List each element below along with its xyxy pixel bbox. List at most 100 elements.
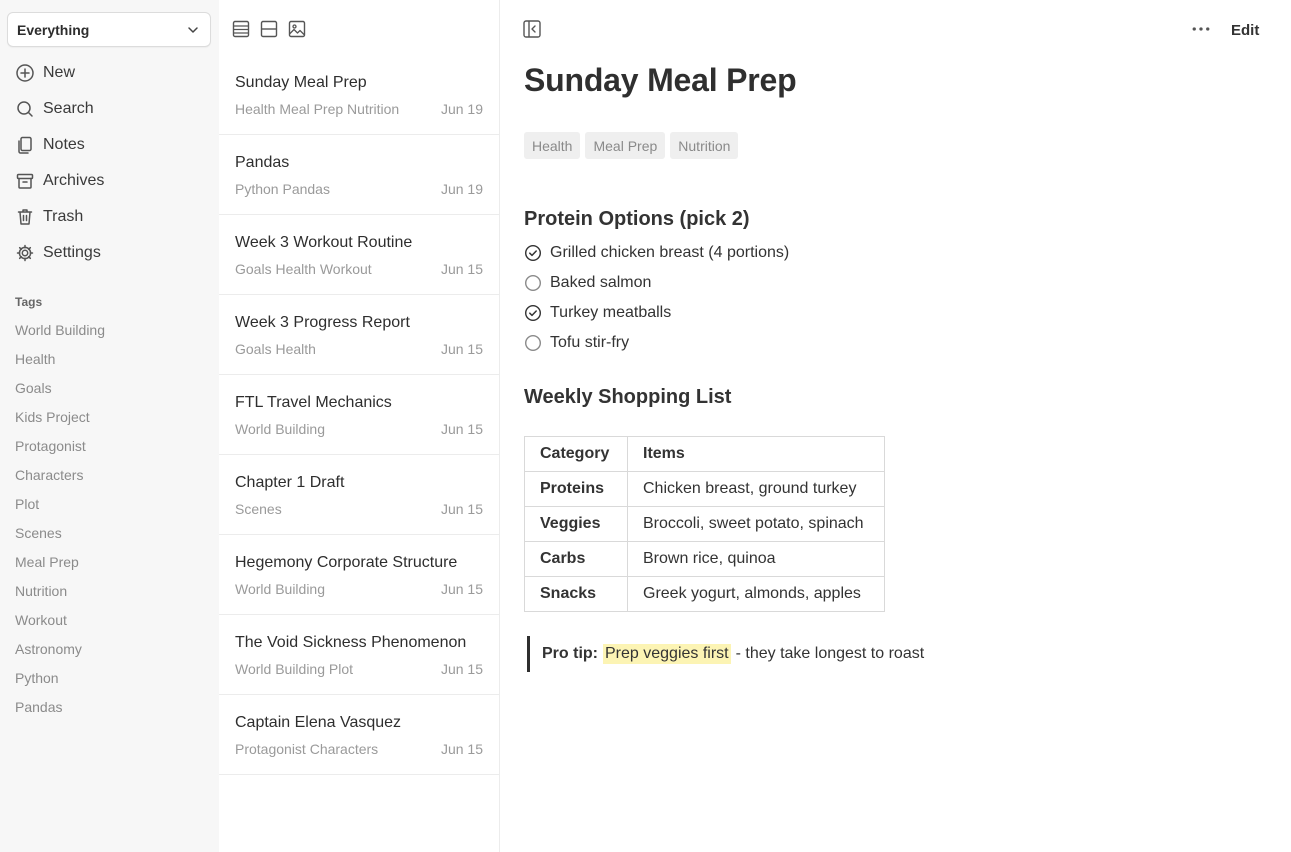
checklist-item-text: Tofu stir-fry — [550, 334, 630, 351]
note-tags: Goals Health — [235, 341, 316, 357]
tag-workout[interactable]: Workout — [15, 605, 105, 634]
tag-python[interactable]: Python — [15, 663, 105, 692]
unchecked-circle-icon — [524, 274, 542, 292]
protein-options-heading: Protein Options (pick 2) — [524, 208, 750, 230]
sidebar-item-archives[interactable]: Archives — [0, 163, 219, 199]
tag-chip-meal-prep[interactable]: Meal Prep — [585, 132, 666, 159]
note-tags: World Building Plot — [235, 661, 354, 677]
trash-icon — [17, 209, 33, 225]
table-cell: Carbs — [524, 541, 628, 577]
scope-dropdown-label: Everything — [17, 21, 90, 38]
tag-characters[interactable]: Characters — [15, 460, 105, 489]
sidebar-item-settings[interactable]: Settings — [0, 235, 219, 271]
note-list-item[interactable]: Hegemony Corporate Structure World Build… — [219, 535, 500, 615]
tag-kids-project[interactable]: Kids Project — [15, 402, 105, 431]
note-title: Hegemony Corporate Structure — [235, 554, 458, 571]
note-tag-chips: Health Meal Prep Nutrition — [524, 132, 739, 159]
note-title-heading: Sunday Meal Prep — [524, 62, 797, 98]
shopping-list-heading: Weekly Shopping List — [524, 386, 732, 408]
note-date: Jun 15 — [440, 741, 483, 757]
table-header-cell: Category — [524, 436, 628, 472]
sidebar-item-notes[interactable]: Notes — [0, 127, 219, 163]
tag-pandas[interactable]: Pandas — [15, 692, 105, 721]
note-title: Captain Elena Vasquez — [235, 714, 402, 731]
sidebar-item-label: Notes — [43, 136, 85, 153]
more-options-button[interactable] — [1189, 19, 1213, 39]
checklist-item[interactable]: Turkey meatballs — [524, 298, 789, 328]
note-date: Jun 19 — [440, 101, 483, 117]
notes-icon — [18, 136, 32, 154]
highlighted-text: Prep veggies first — [603, 644, 731, 664]
note-editor: Edit Sunday Meal Prep Health Meal Prep N… — [500, 0, 1291, 852]
sidebar-toggle-button[interactable] — [522, 19, 542, 39]
note-list-item[interactable]: Pandas Python Pandas Jun 19 — [219, 135, 500, 215]
more-horizontal-icon — [1192, 27, 1210, 31]
checked-circle-icon — [524, 244, 542, 262]
sidebar-item-label: Settings — [43, 244, 101, 261]
scope-dropdown[interactable]: Everything — [7, 12, 211, 47]
note-title: Week 3 Workout Routine — [235, 234, 413, 251]
edit-button[interactable]: Edit — [1231, 19, 1259, 41]
table-cell: Broccoli, sweet potato, spinach — [627, 506, 885, 542]
note-list-item[interactable]: FTL Travel Mechanics World Building Jun … — [219, 375, 500, 455]
note-title: Pandas — [235, 154, 290, 171]
note-tags: Scenes — [235, 501, 282, 517]
table-header-cell: Items — [627, 436, 885, 472]
checklist-item[interactable]: Baked salmon — [524, 268, 789, 298]
tag-plot[interactable]: Plot — [15, 489, 105, 518]
table-header-row: Category Items — [524, 436, 885, 472]
sidebar-item-search[interactable]: Search — [0, 91, 219, 127]
gear-icon — [16, 244, 34, 262]
tag-protagonist[interactable]: Protagonist — [15, 431, 105, 460]
table-cell: Brown rice, quinoa — [627, 541, 885, 577]
checklist-item[interactable]: Tofu stir-fry — [524, 328, 789, 358]
note-tags: Python Pandas — [235, 181, 330, 197]
tags-heading: Tags — [15, 295, 43, 309]
note-tags: Goals Health Workout — [235, 261, 372, 277]
note-list: Sunday Meal Prep Health Meal Prep Nutrit… — [219, 55, 500, 775]
archive-icon — [16, 173, 34, 189]
view-toggles — [231, 18, 307, 40]
image-icon — [288, 20, 306, 38]
checklist-item[interactable]: Grilled chicken breast (4 portions) — [524, 238, 789, 268]
sidebar-item-label: New — [43, 64, 76, 81]
note-date: Jun 15 — [440, 421, 483, 437]
note-title: The Void Sickness Phenomenon — [235, 634, 467, 651]
tag-world-building[interactable]: World Building — [15, 315, 105, 344]
note-date: Jun 15 — [440, 501, 483, 517]
sidebar-item-label: Trash — [43, 208, 84, 225]
note-list-item[interactable]: The Void Sickness Phenomenon World Build… — [219, 615, 500, 695]
sidebar-item-new[interactable]: New — [0, 55, 219, 91]
tag-chip-health[interactable]: Health — [524, 132, 581, 159]
chevron-down-icon — [188, 26, 198, 33]
table-row: Proteins Chicken breast, ground turkey — [524, 471, 885, 507]
note-title: Sunday Meal Prep — [235, 74, 367, 91]
tag-meal-prep[interactable]: Meal Prep — [15, 547, 105, 576]
tag-health[interactable]: Health — [15, 344, 105, 373]
tag-nutrition[interactable]: Nutrition — [15, 576, 105, 605]
table-row: Snacks Greek yogurt, almonds, apples — [524, 576, 885, 612]
sidebar: Everything New Search Notes Archives Tra… — [0, 0, 219, 852]
sidebar-item-trash[interactable]: Trash — [0, 199, 219, 235]
pro-tip-blockquote: Pro tip: Prep veggies first - they take … — [527, 636, 924, 672]
note-tags: Health Meal Prep Nutrition — [235, 101, 400, 117]
gallery-view-button[interactable] — [287, 18, 307, 40]
checklist-item-text: Baked salmon — [550, 274, 652, 291]
tag-scenes[interactable]: Scenes — [15, 518, 105, 547]
note-date: Jun 15 — [440, 661, 483, 677]
note-list-item[interactable]: Week 3 Progress Report Goals Health Jun … — [219, 295, 500, 375]
search-icon — [17, 101, 33, 117]
note-list-item[interactable]: Chapter 1 Draft Scenes Jun 15 — [219, 455, 500, 535]
list-view-button[interactable] — [231, 18, 251, 40]
note-list-item[interactable]: Week 3 Workout Routine Goals Health Work… — [219, 215, 500, 295]
note-list-item[interactable]: Captain Elena Vasquez Protagonist Charac… — [219, 695, 500, 775]
card-view-button[interactable] — [259, 18, 279, 40]
tag-goals[interactable]: Goals — [15, 373, 105, 402]
table-cell: Veggies — [524, 506, 628, 542]
card-view-icon — [260, 20, 278, 38]
tag-chip-nutrition[interactable]: Nutrition — [670, 132, 739, 159]
tag-astronomy[interactable]: Astronomy — [15, 634, 105, 663]
note-tags: World Building — [235, 581, 326, 597]
protein-checklist: Grilled chicken breast (4 portions) Bake… — [524, 238, 789, 358]
note-list-item[interactable]: Sunday Meal Prep Health Meal Prep Nutrit… — [219, 55, 500, 135]
